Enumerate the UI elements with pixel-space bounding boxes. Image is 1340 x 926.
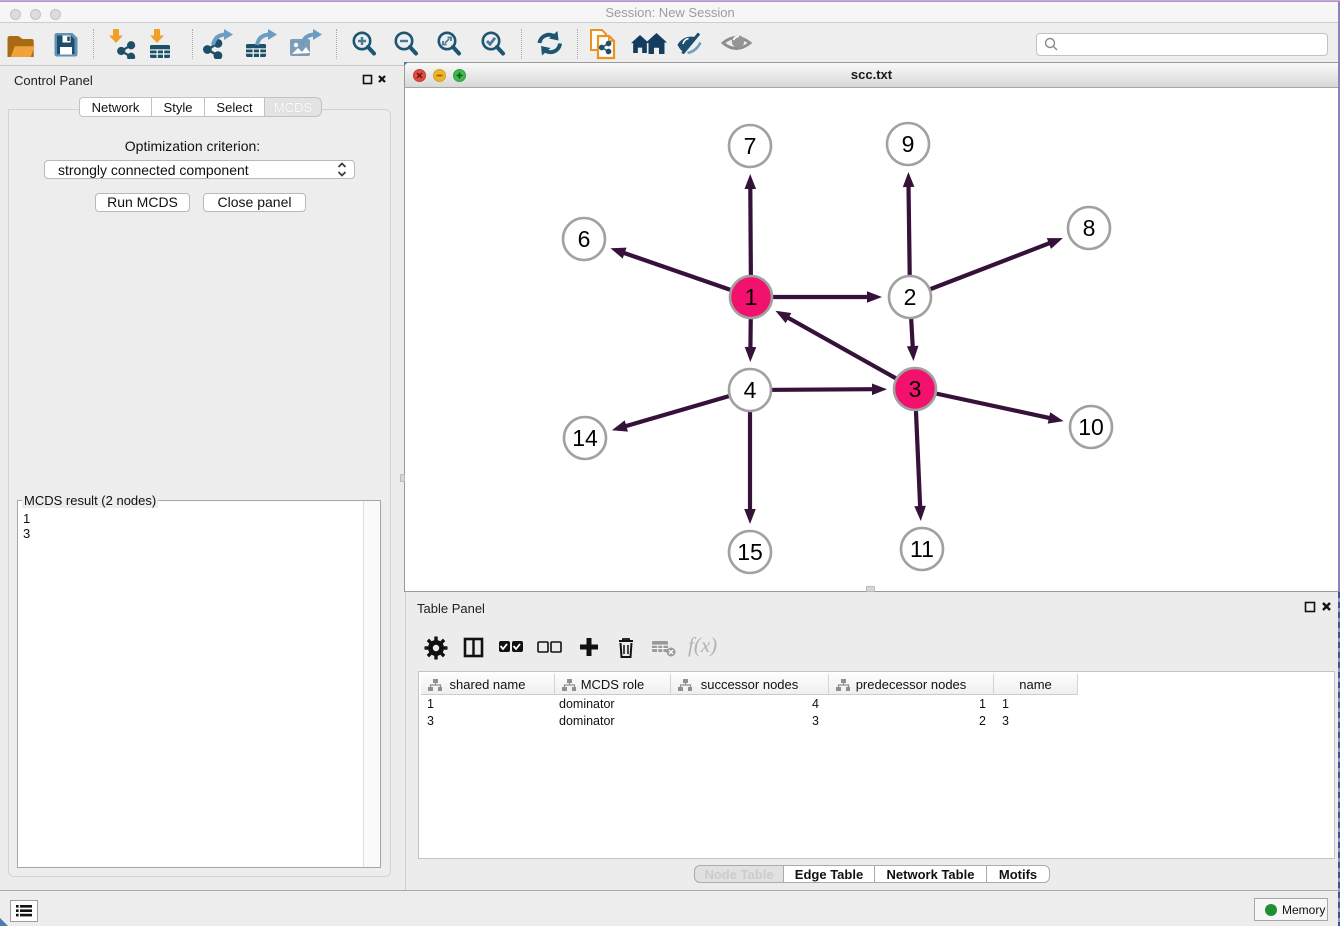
svg-text:4: 4 xyxy=(744,377,757,403)
svg-text:14: 14 xyxy=(572,425,598,451)
svg-text:10: 10 xyxy=(1078,414,1104,440)
svg-text:8: 8 xyxy=(1083,215,1096,241)
svg-text:6: 6 xyxy=(578,226,591,252)
svg-text:7: 7 xyxy=(744,133,757,159)
svg-text:2: 2 xyxy=(904,284,917,310)
svg-text:11: 11 xyxy=(910,536,934,562)
svg-text:15: 15 xyxy=(737,539,763,565)
svg-text:1: 1 xyxy=(745,284,758,310)
svg-text:9: 9 xyxy=(902,131,915,157)
svg-text:3: 3 xyxy=(909,376,922,402)
